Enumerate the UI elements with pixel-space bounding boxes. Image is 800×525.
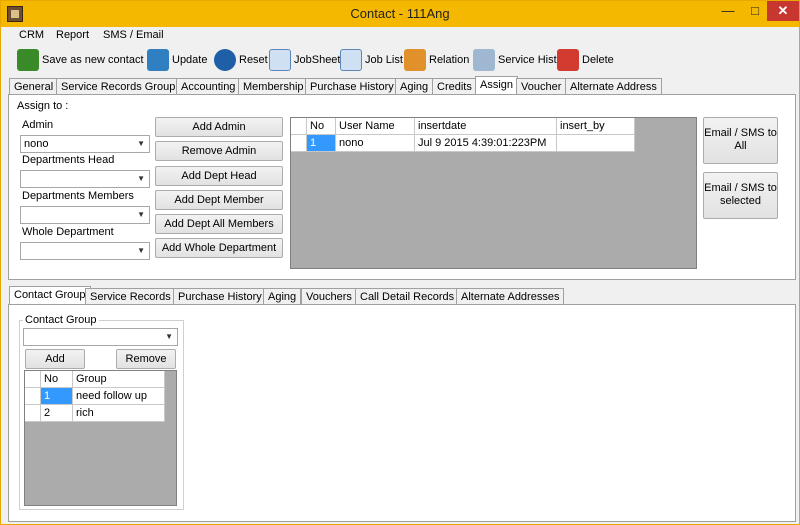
row-header[interactable]	[291, 135, 307, 152]
whole-dept-select[interactable]: ▼	[20, 242, 150, 260]
add-admin-button[interactable]: Add Admin	[155, 117, 283, 137]
cell-insertdate[interactable]: Jul 9 2015 4:39:01:223PM	[415, 135, 557, 152]
toolbar-label: Update	[172, 54, 208, 66]
add-dept-all-members-button[interactable]: Add Dept All Members	[155, 214, 283, 234]
service-history-button[interactable]: Service Hist.	[473, 47, 560, 73]
contact-group-select[interactable]: ▼	[23, 328, 178, 346]
admin-select-value: nono	[24, 138, 49, 150]
menu-bar: CRM Report SMS / Email	[1, 27, 799, 45]
add-dept-member-button[interactable]: Add Dept Member	[155, 190, 283, 210]
jobsheet-button[interactable]: JobSheet	[269, 47, 340, 73]
toolbar-label: Save as new contact	[42, 54, 144, 66]
cell-no[interactable]: 2	[41, 405, 73, 422]
save-as-new-contact-button[interactable]: Save as new contact	[17, 47, 144, 73]
dept-head-select[interactable]: ▼	[20, 170, 150, 188]
toolbar: Save as new contact Update Reset JobShee…	[1, 45, 799, 75]
email-sms-selected-button[interactable]: Email / SMS to selected	[703, 172, 778, 219]
toolbar-label: Service Hist.	[498, 54, 560, 66]
contact-group-title: Contact Group	[23, 314, 99, 326]
reset-icon	[214, 49, 236, 71]
chevron-down-icon: ▼	[137, 246, 145, 255]
relation-button[interactable]: Relation	[404, 47, 469, 73]
close-button[interactable]: ✕	[767, 1, 799, 21]
grid-corner	[25, 371, 41, 388]
menu-sms-email[interactable]: SMS / Email	[103, 29, 164, 41]
row-header[interactable]	[25, 405, 41, 422]
chevron-down-icon: ▼	[137, 210, 145, 219]
title-bar: Contact - 111Ang — □ ✕	[1, 1, 799, 27]
col-group[interactable]: Group	[73, 371, 165, 388]
toolbar-label: Reset	[239, 54, 268, 66]
contact-group-panel: Contact Group ▼ Add Remove No Group 1 ne…	[8, 304, 796, 522]
update-icon	[147, 49, 169, 71]
dept-head-label: Departments Head	[22, 154, 115, 166]
tab-contact-group[interactable]: Contact Group	[9, 286, 91, 306]
service-history-icon	[473, 49, 495, 71]
chevron-down-icon: ▼	[137, 139, 145, 148]
cell-user-name[interactable]: nono	[336, 135, 415, 152]
dept-members-select[interactable]: ▼	[20, 206, 150, 224]
tab-assign[interactable]: Assign	[475, 76, 519, 96]
remove-admin-button[interactable]: Remove Admin	[155, 141, 283, 161]
col-no[interactable]: No	[307, 118, 336, 135]
col-insert-by[interactable]: insert_by	[557, 118, 635, 135]
toolbar-label: Delete	[582, 54, 614, 66]
dept-members-label: Departments Members	[22, 190, 134, 202]
add-user-icon	[17, 49, 39, 71]
delete-user-icon	[557, 49, 579, 71]
remove-group-button[interactable]: Remove	[116, 349, 176, 369]
chevron-down-icon: ▼	[137, 174, 145, 183]
toolbar-label: Job List	[365, 54, 403, 66]
cell-group[interactable]: rich	[73, 405, 165, 422]
toolbar-label: JobSheet	[294, 54, 341, 66]
cell-no[interactable]: 1	[41, 388, 73, 405]
menu-report[interactable]: Report	[56, 29, 89, 41]
assign-grid: No User Name insertdate insert_by 1 nono…	[290, 117, 697, 269]
contact-window: Contact - 111Ang — □ ✕ CRM Report SMS / …	[0, 0, 800, 525]
job-list-icon	[340, 49, 362, 71]
admin-label: Admin	[22, 119, 54, 131]
window-title: Contact - 111Ang	[350, 6, 450, 21]
email-sms-all-button[interactable]: Email / SMS to All	[703, 117, 778, 164]
cell-group[interactable]: need follow up	[73, 388, 165, 405]
toolbar-label: Relation	[429, 54, 470, 66]
chevron-down-icon: ▼	[165, 332, 173, 341]
row-header[interactable]	[25, 388, 41, 405]
maximize-button[interactable]: □	[741, 1, 769, 21]
minimize-button[interactable]: —	[714, 1, 742, 21]
col-insertdate[interactable]: insertdate	[415, 118, 557, 135]
col-no[interactable]: No	[41, 371, 73, 388]
job-list-button[interactable]: Job List	[340, 47, 403, 73]
add-dept-head-button[interactable]: Add Dept Head	[155, 166, 283, 186]
add-group-button[interactable]: Add	[25, 349, 85, 369]
jobsheet-icon	[269, 49, 291, 71]
assign-group-title: Assign to :	[15, 100, 71, 112]
update-button[interactable]: Update	[147, 47, 207, 73]
cell-no[interactable]: 1	[307, 135, 336, 152]
grid-corner	[291, 118, 307, 135]
admin-select[interactable]: nono ▼	[20, 135, 150, 153]
menu-crm[interactable]: CRM	[19, 29, 44, 41]
relation-icon	[404, 49, 426, 71]
cell-insert-by[interactable]	[557, 135, 635, 152]
contact-group-grid: No Group 1 need follow up 2 rich	[24, 370, 177, 506]
assign-panel: Assign to : Admin nono ▼ Departments Hea…	[8, 94, 796, 280]
delete-button[interactable]: Delete	[557, 47, 614, 73]
add-whole-department-button[interactable]: Add Whole Department	[155, 238, 283, 258]
whole-dept-label: Whole Department	[22, 226, 114, 238]
col-user-name[interactable]: User Name	[336, 118, 415, 135]
reset-button[interactable]: Reset	[214, 47, 268, 73]
